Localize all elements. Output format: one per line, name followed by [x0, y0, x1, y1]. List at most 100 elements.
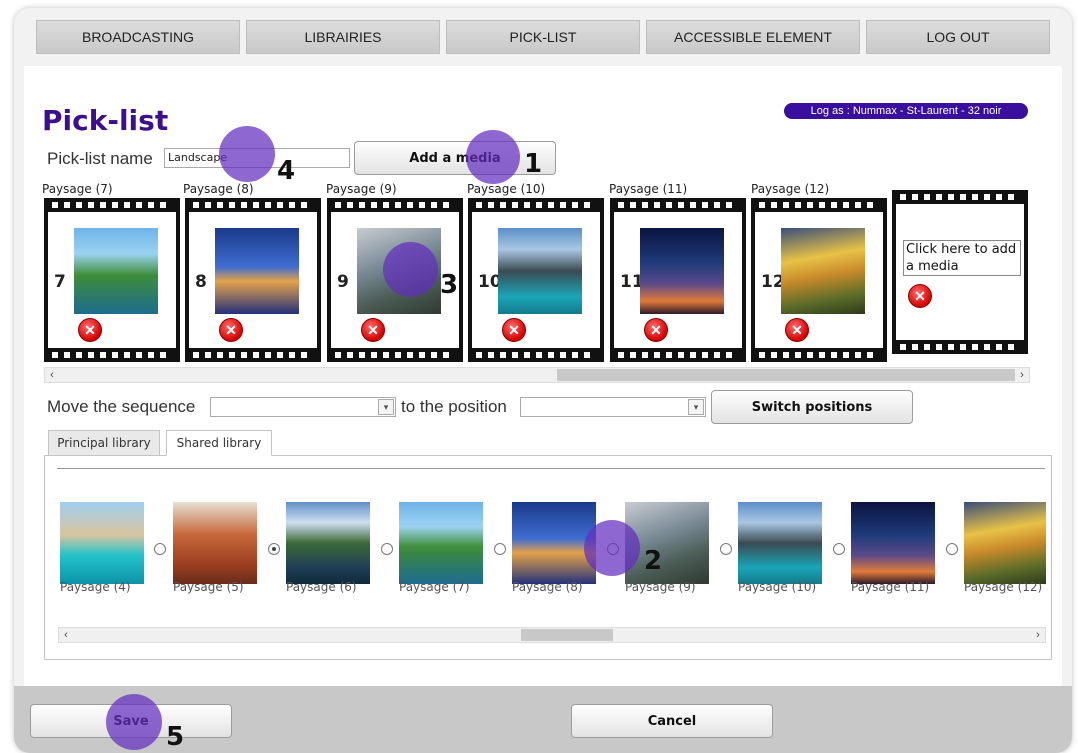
sequence-caption: Paysage (10) [467, 182, 546, 196]
position-select[interactable]: ▾ [520, 397, 706, 417]
library-item-caption: Paysage (8) [512, 580, 583, 594]
library-item-caption: Paysage (9) [625, 580, 696, 594]
annotation-number: 3 [440, 270, 459, 300]
add-media-cell[interactable]: Click here to add a media [903, 240, 1021, 276]
library-radio-selected[interactable] [268, 543, 280, 555]
chevron-down-icon[interactable]: ▾ [688, 399, 704, 415]
nav-accessible-element[interactable]: ACCESSIBLE ELEMENT [646, 20, 860, 54]
tab-principal-library[interactable]: Principal library [48, 430, 160, 456]
mountain-lake-thumbnail [738, 502, 822, 584]
library-radio[interactable] [494, 543, 506, 555]
scroll-thumb[interactable] [521, 629, 613, 641]
sequence-caption: Paysage (7) [42, 182, 113, 196]
night-sky-thumbnail [851, 502, 935, 584]
sequence-number: 7 [54, 272, 66, 292]
library-scrollbar[interactable]: ‹ › [58, 627, 1046, 643]
to-position-label: to the position [401, 397, 507, 416]
sequence-frame[interactable]: 10 ✕ [468, 198, 604, 362]
tab-shared-library[interactable]: Shared library [166, 430, 272, 456]
film-perforation [48, 198, 176, 212]
sunset-hills-thumbnail [964, 502, 1046, 584]
film-perforation [755, 198, 883, 212]
page-title: Pick-list [42, 104, 169, 137]
sunset-hills-thumbnail [781, 228, 865, 314]
waterfall-thumbnail [399, 502, 483, 584]
sequence-caption: Paysage (11) [609, 182, 688, 196]
nav-pick-list[interactable]: PICK-LIST [446, 20, 640, 54]
city-night-thumbnail [215, 228, 299, 314]
delete-icon[interactable]: ✕ [908, 284, 932, 308]
film-perforation [331, 198, 459, 212]
add-media-frame[interactable]: Click here to add a media ✕ [892, 190, 1028, 354]
film-perforation [896, 190, 1024, 204]
film-perforation [189, 348, 317, 362]
annotation-marker [219, 126, 275, 182]
sequence-select[interactable]: ▾ [210, 397, 396, 417]
annotation-marker [584, 520, 640, 576]
library-item-caption: Paysage (12) [964, 580, 1043, 594]
sequence-caption: Paysage (12) [751, 182, 830, 196]
cancel-button[interactable]: Cancel [571, 704, 773, 738]
delete-icon[interactable]: ✕ [78, 318, 102, 342]
login-badge: Log as : Nummax - St-Laurent - 32 noir [784, 103, 1028, 119]
sequence-frame[interactable]: 11 ✕ [610, 198, 746, 362]
sequence-frame[interactable]: 12 ✕ [751, 198, 887, 362]
library-item-caption: Paysage (7) [399, 580, 470, 594]
annotation-marker [106, 694, 162, 750]
library-radio[interactable] [720, 543, 732, 555]
library-item[interactable]: Paysage (4) [60, 500, 144, 596]
delete-icon[interactable]: ✕ [644, 318, 668, 342]
library-radio[interactable] [833, 543, 845, 555]
sequence-frame[interactable]: 8 ✕ [185, 198, 321, 362]
sequence-number: 8 [195, 272, 207, 292]
library-item[interactable]: Paysage (10) [738, 500, 822, 596]
scroll-left-arrow[interactable]: ‹ [59, 628, 73, 642]
film-perforation [614, 348, 742, 362]
film-perforation [48, 348, 176, 362]
annotation-number: 2 [644, 546, 663, 576]
delete-icon[interactable]: ✕ [785, 318, 809, 342]
library-item[interactable]: Paysage (11) [851, 500, 935, 596]
library-item-caption: Paysage (5) [173, 580, 244, 594]
library-item-caption: Paysage (10) [738, 580, 817, 594]
scroll-right-arrow[interactable]: › [1031, 628, 1045, 642]
film-perforation [472, 348, 600, 362]
library-item-caption: Paysage (11) [851, 580, 930, 594]
scroll-thumb[interactable] [557, 369, 1015, 381]
library-item[interactable]: Paysage (12) [964, 500, 1048, 596]
move-sequence-label: Move the sequence [47, 397, 196, 416]
pick-list-name-label: Pick-list name [47, 149, 153, 168]
delete-icon[interactable]: ✕ [361, 318, 385, 342]
annotation-number: 5 [166, 722, 185, 752]
nav-log-out[interactable]: LOG OUT [866, 20, 1050, 54]
library-item[interactable]: Paysage (7) [399, 500, 483, 596]
film-perforation [755, 348, 883, 362]
film-perforation [614, 198, 742, 212]
night-sky-thumbnail [640, 228, 724, 314]
divider [57, 468, 1045, 469]
canyon-thumbnail [173, 502, 257, 584]
scroll-left-arrow[interactable]: ‹ [45, 368, 59, 382]
switch-positions-button[interactable]: Switch positions [711, 390, 913, 424]
library-radio[interactable] [946, 543, 958, 555]
sequence-frame[interactable]: 7 ✕ [44, 198, 180, 362]
library-item-caption: Paysage (6) [286, 580, 357, 594]
library-item[interactable]: Paysage (5) [173, 500, 257, 596]
nav-libraries[interactable]: LIBRAIRIES [246, 20, 440, 54]
delete-icon[interactable]: ✕ [502, 318, 526, 342]
film-perforation [896, 340, 1024, 354]
library-item[interactable]: Paysage (6) [286, 500, 370, 596]
delete-icon[interactable]: ✕ [219, 318, 243, 342]
library-radio[interactable] [381, 543, 393, 555]
sequence-scrollbar[interactable]: ‹ › [44, 367, 1030, 383]
chevron-down-icon[interactable]: ▾ [378, 399, 394, 415]
annotation-number: 4 [277, 156, 296, 186]
nav-broadcasting[interactable]: BROADCASTING [36, 20, 240, 54]
mountain-lake-thumbnail [498, 228, 582, 314]
film-perforation [331, 348, 459, 362]
waterfall-thumbnail [74, 228, 158, 314]
library-radio[interactable] [154, 543, 166, 555]
scroll-right-arrow[interactable]: › [1015, 368, 1029, 382]
sequence-number: 9 [337, 272, 349, 292]
sequence-caption: Paysage (8) [183, 182, 254, 196]
